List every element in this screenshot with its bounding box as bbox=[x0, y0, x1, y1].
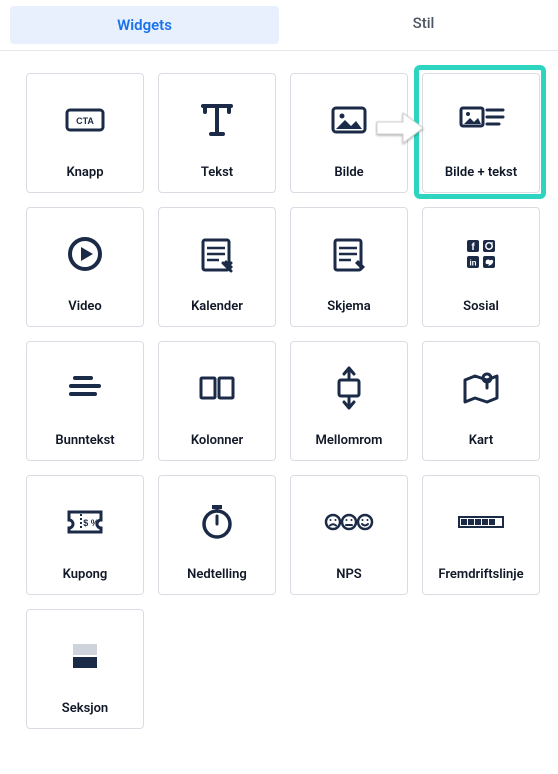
widget-countdown[interactable]: Nedtelling bbox=[158, 475, 276, 595]
widget-label: Mellomrom bbox=[316, 433, 383, 460]
widget-button[interactable]: Knapp bbox=[26, 73, 144, 193]
widget-label: Bunntekst bbox=[55, 433, 114, 460]
text-icon bbox=[159, 74, 275, 165]
widget-progress[interactable]: Fremdriftslinje bbox=[422, 475, 540, 595]
widget-label: Tekst bbox=[201, 165, 233, 192]
tab-bar: Widgets Stil bbox=[0, 0, 558, 51]
coupon-icon bbox=[27, 476, 143, 567]
widget-map[interactable]: Kart bbox=[422, 341, 540, 461]
video-icon bbox=[27, 208, 143, 299]
widget-label: Kupong bbox=[63, 567, 108, 594]
calendar-icon bbox=[159, 208, 275, 299]
widget-nps[interactable]: NPS bbox=[290, 475, 408, 595]
social-icon bbox=[423, 208, 539, 299]
widget-label: Kart bbox=[469, 433, 494, 460]
map-icon bbox=[423, 342, 539, 433]
widget-section[interactable]: Seksjon bbox=[26, 609, 144, 729]
nps-icon bbox=[291, 476, 407, 567]
widget-label: NPS bbox=[336, 567, 361, 594]
arrow-icon bbox=[375, 110, 425, 146]
widget-label: Nedtelling bbox=[187, 567, 247, 594]
widget-form[interactable]: Skjema bbox=[290, 207, 408, 327]
widget-label: Kolonner bbox=[191, 433, 243, 460]
widget-social[interactable]: Sosial bbox=[422, 207, 540, 327]
spacer-icon bbox=[291, 342, 407, 433]
widget-label: Skjema bbox=[327, 299, 370, 326]
widget-label: Kalender bbox=[191, 299, 243, 326]
widget-footer[interactable]: Bunntekst bbox=[26, 341, 144, 461]
widget-coupon[interactable]: Kupong bbox=[26, 475, 144, 595]
widget-spacer[interactable]: Mellomrom bbox=[290, 341, 408, 461]
widget-label: Bilde bbox=[334, 165, 363, 192]
widget-image-text[interactable]: Bilde + tekst bbox=[422, 73, 540, 193]
widget-video[interactable]: Video bbox=[26, 207, 144, 327]
columns-icon bbox=[159, 342, 275, 433]
widget-label: Knapp bbox=[66, 165, 103, 192]
cta-icon bbox=[27, 74, 143, 165]
section-icon bbox=[27, 610, 143, 701]
widget-columns[interactable]: Kolonner bbox=[158, 341, 276, 461]
footer-icon bbox=[27, 342, 143, 433]
image-text-icon bbox=[423, 74, 539, 165]
form-icon bbox=[291, 208, 407, 299]
tab-style[interactable]: Stil bbox=[289, 0, 558, 50]
widget-text[interactable]: Tekst bbox=[158, 73, 276, 193]
widget-label: Seksjon bbox=[62, 701, 108, 728]
widget-calendar[interactable]: Kalender bbox=[158, 207, 276, 327]
progress-icon bbox=[423, 476, 539, 567]
countdown-icon bbox=[159, 476, 275, 567]
widget-label: Bilde + tekst bbox=[445, 165, 517, 192]
widget-label: Video bbox=[68, 299, 102, 326]
widget-label: Sosial bbox=[463, 299, 499, 326]
widget-grid: Knapp Tekst Bilde Bilde + tekst Video Kalende… bbox=[0, 51, 558, 751]
widget-label: Fremdriftslinje bbox=[438, 567, 523, 594]
tab-widgets[interactable]: Widgets bbox=[10, 6, 279, 44]
